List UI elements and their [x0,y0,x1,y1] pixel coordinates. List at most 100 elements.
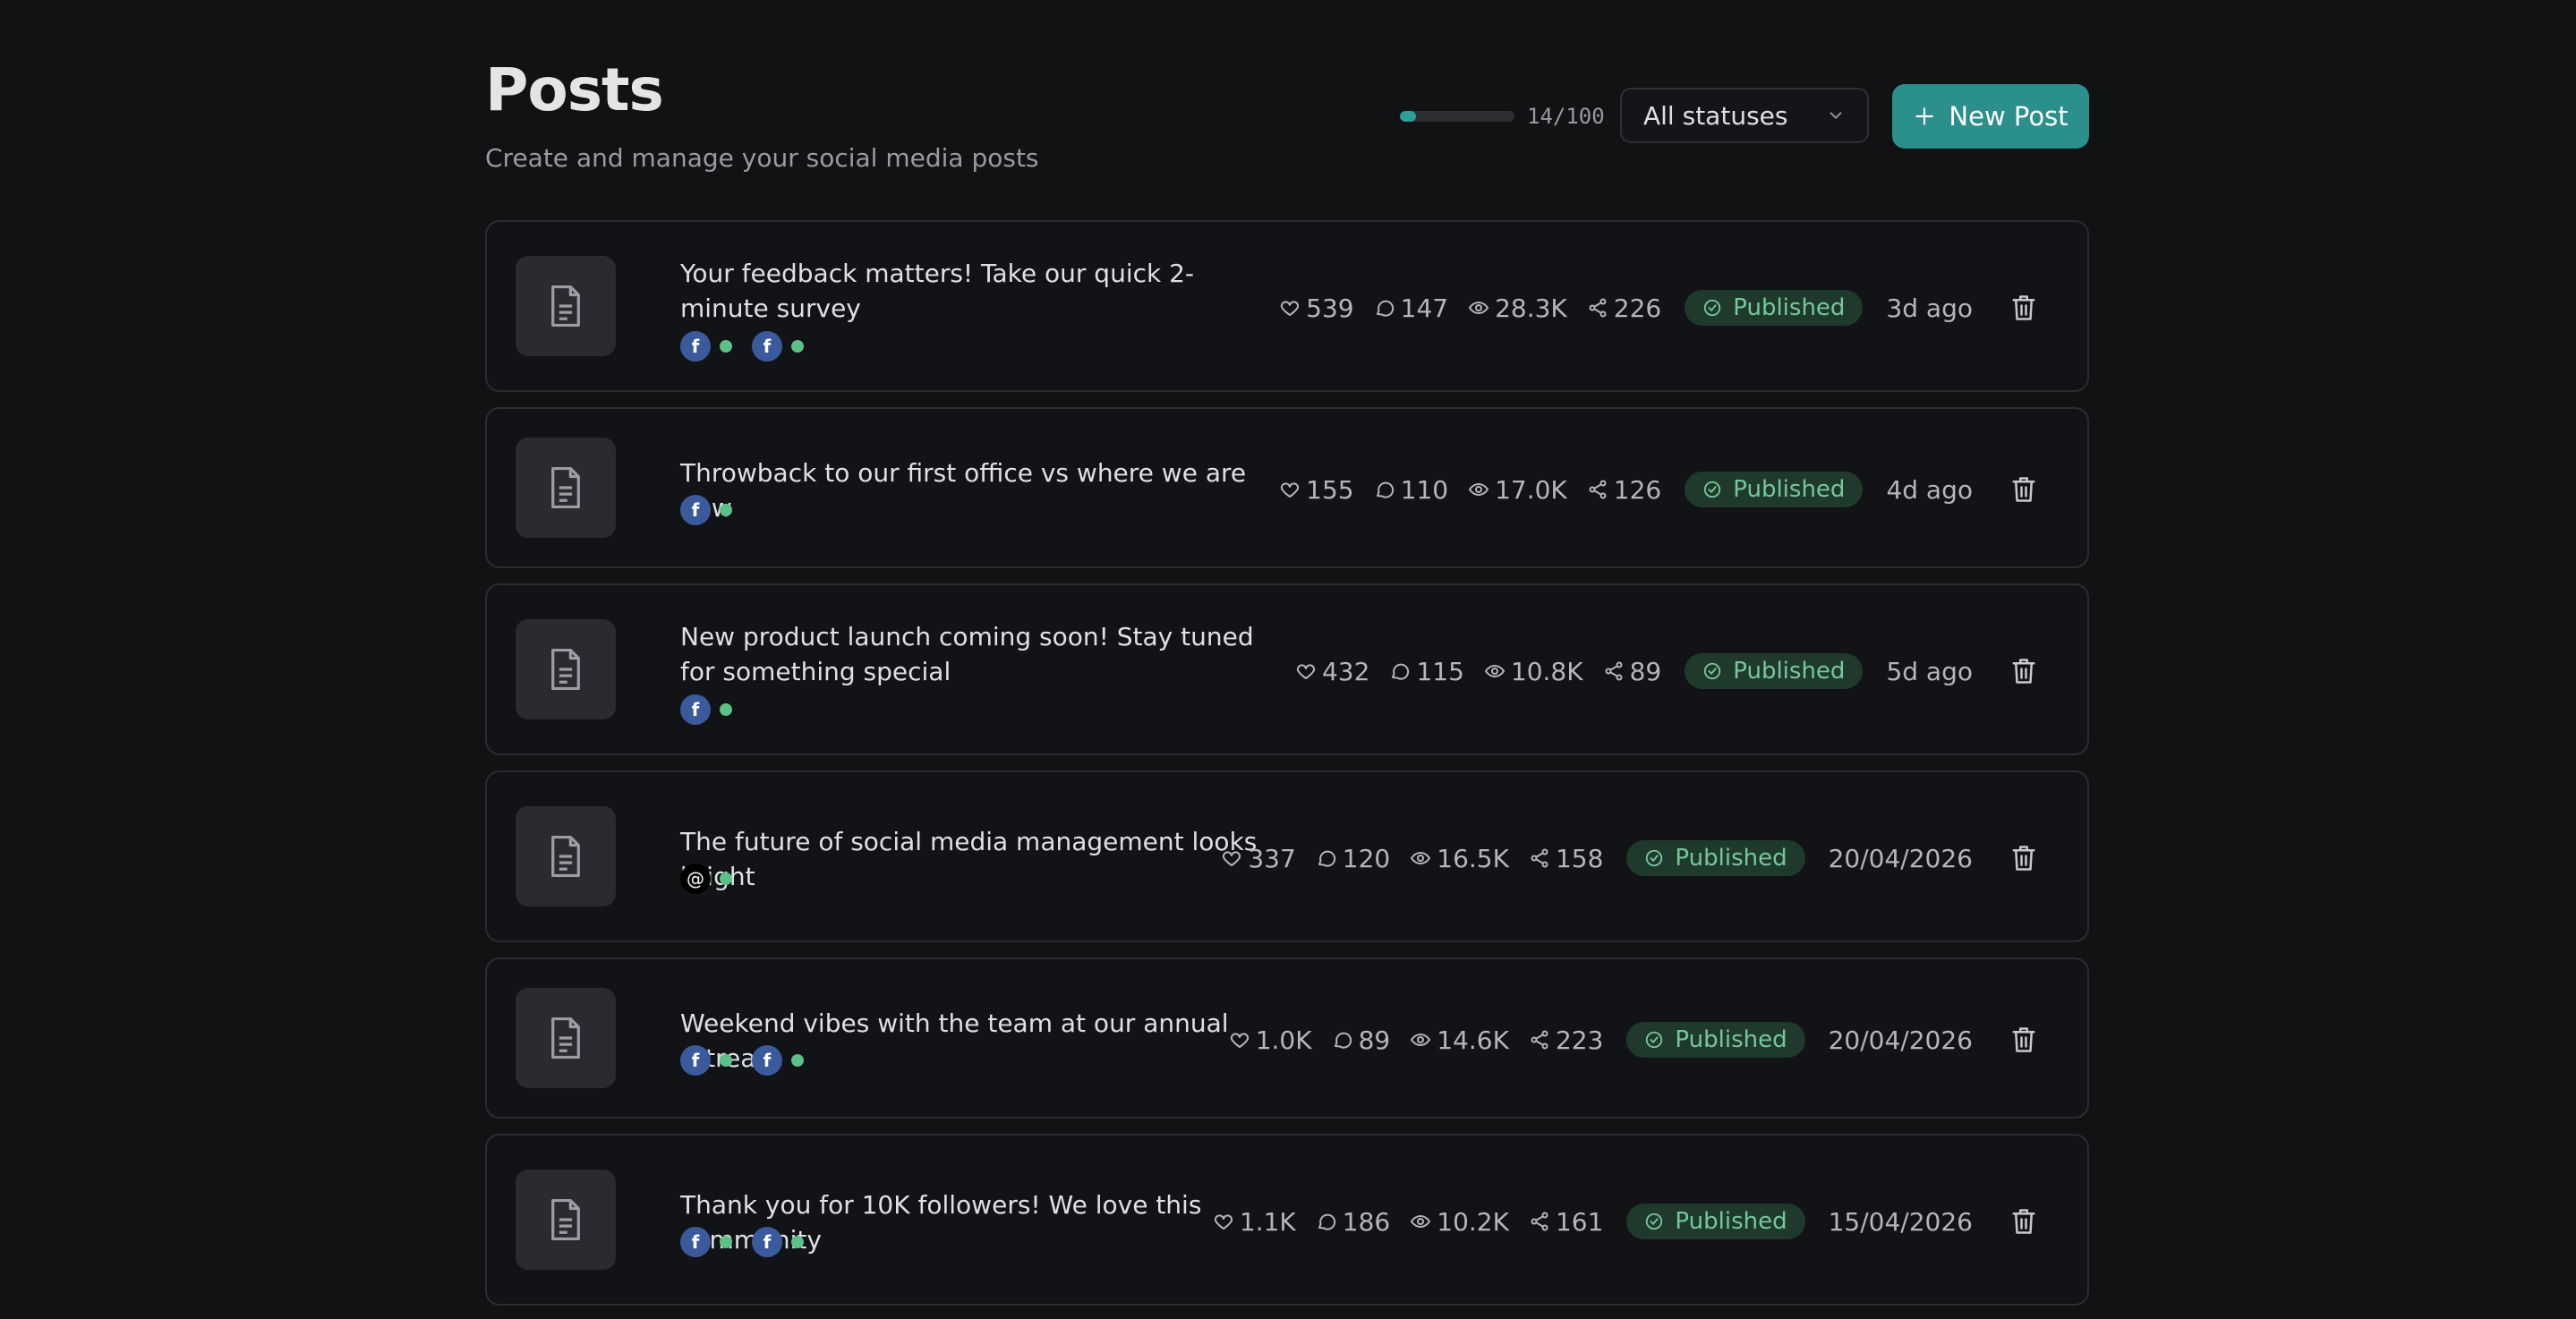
share-icon [1605,661,1623,681]
shares-metric: 226 [1587,294,1661,323]
views-count: 16.5K [1437,843,1509,873]
platform-indicator: f [752,1227,804,1257]
status-filter-value: All statuses [1643,100,1788,131]
shares-metric: 126 [1587,475,1661,505]
views-count: 17.0K [1495,474,1567,505]
check-circle-icon [1646,1213,1663,1230]
comments-metric: 147 [1374,294,1448,323]
document-icon [551,285,580,328]
likes-count: 432 [1321,656,1370,686]
check-circle-icon [1704,299,1721,317]
comments-count: 120 [1342,843,1391,873]
comment-icon [1376,300,1394,317]
comment-icon [1334,1032,1352,1049]
post-platforms: f f [680,1227,823,1257]
status-badge: Published [1626,840,1805,876]
shares-metric: 223 [1529,1025,1603,1055]
status-badge-label: Published [1675,845,1787,872]
eye-icon [1484,664,1506,678]
trash-icon[interactable] [2010,474,2037,505]
facebook-icon: f [680,495,711,525]
heart-icon [1281,482,1300,498]
comment-icon [1392,663,1410,680]
likes-metric: 1.1K [1213,1207,1296,1237]
shares-count: 89 [1629,656,1662,686]
eye-icon [1468,301,1489,315]
likes-metric: 432 [1295,657,1369,686]
document-icon [551,466,580,509]
post-stats: 1.1K 186 10.2K 161 Published 15/04/2026 [1213,1204,2037,1239]
likes-metric: 337 [1221,844,1296,873]
platform-indicator: f [680,331,732,362]
views-count: 14.6K [1437,1025,1509,1055]
status-filter-select[interactable]: All statuses [1620,88,1869,143]
views-metric: 28.3K [1468,294,1567,323]
post-time: 20/04/2026 [1828,843,1973,873]
views-metric: 16.5K [1410,844,1509,873]
post-title[interactable]: Throwback to our first office vs where w… [680,455,1262,525]
post-platforms: f f [680,1045,823,1076]
post-stats: 432 115 10.8K 89 Published 5d ago [1295,653,2037,689]
post-card[interactable]: Your feedback matters! Take our quick 2-… [485,220,2089,392]
post-title[interactable]: Your feedback matters! Take our quick 2-… [680,256,1262,326]
post-card[interactable]: Throwback to our first office vs where w… [485,407,2089,568]
post-card[interactable]: New product launch coming soon! Stay tun… [485,583,2089,755]
eye-icon [1411,1214,1431,1229]
post-platforms: f f [680,331,823,362]
usage-progress-bar [1400,111,1514,122]
facebook-icon: f [752,1227,782,1257]
post-stats: 337 120 16.5K 158 Published 20/04/2026 [1221,840,2037,876]
post-thumbnail [516,1170,616,1270]
comments-metric: 186 [1316,1207,1390,1237]
post-title[interactable]: The future of social media management lo… [680,824,1262,894]
usage-count: 14/100 [1527,104,1605,129]
likes-metric: 1.0K [1229,1025,1312,1055]
comment-icon [1376,481,1394,498]
comments-count: 115 [1416,656,1464,686]
platform-indicator: f [752,1045,804,1076]
post-platforms: f [680,495,752,525]
platform-indicator: f [680,694,732,725]
trash-icon[interactable] [2010,1206,2037,1237]
views-metric: 10.2K [1410,1207,1509,1237]
facebook-icon: f [680,1045,711,1076]
post-platforms: @ [680,864,752,894]
views-metric: 10.8K [1484,657,1583,686]
heart-icon [1281,301,1300,316]
new-post-button[interactable]: New Post [1892,84,2089,149]
post-card[interactable]: Thank you for 10K followers! We love thi… [485,1134,2089,1306]
status-badge-label: Published [1675,1208,1787,1235]
trash-icon[interactable] [2010,843,2037,873]
connected-status-dot [720,1054,732,1067]
status-badge-label: Published [1733,658,1846,685]
trash-icon[interactable] [2010,293,2037,323]
comments-count: 89 [1358,1025,1391,1055]
status-badge: Published [1685,290,1864,326]
post-stats: 155 110 17.0K 126 Published 4d ago [1279,472,2037,507]
comments-count: 147 [1400,293,1449,323]
trash-icon[interactable] [2010,1025,2037,1055]
post-card[interactable]: The future of social media management lo… [485,770,2089,942]
comments-count: 186 [1342,1206,1391,1237]
trash-icon[interactable] [2010,656,2037,686]
connected-status-dot [720,340,732,353]
heart-icon [1214,1214,1233,1230]
post-time: 5d ago [1886,656,1973,686]
shares-count: 223 [1555,1025,1604,1055]
status-badge: Published [1626,1204,1805,1239]
comments-metric: 89 [1332,1025,1391,1055]
post-thumbnail [516,438,616,538]
status-badge-label: Published [1675,1026,1787,1053]
post-title[interactable]: New product launch coming soon! Stay tun… [680,619,1262,689]
status-badge: Published [1685,653,1864,689]
shares-count: 226 [1613,293,1662,323]
comments-count: 110 [1400,474,1449,505]
share-icon [1531,848,1548,868]
views-metric: 14.6K [1410,1025,1509,1055]
status-badge: Published [1626,1022,1805,1058]
connected-status-dot [720,1236,732,1248]
views-metric: 17.0K [1468,475,1567,505]
page-title: Posts [485,55,664,124]
new-post-label: New Post [1949,101,2068,132]
post-card[interactable]: Weekend vibes with the team at our annua… [485,957,2089,1119]
